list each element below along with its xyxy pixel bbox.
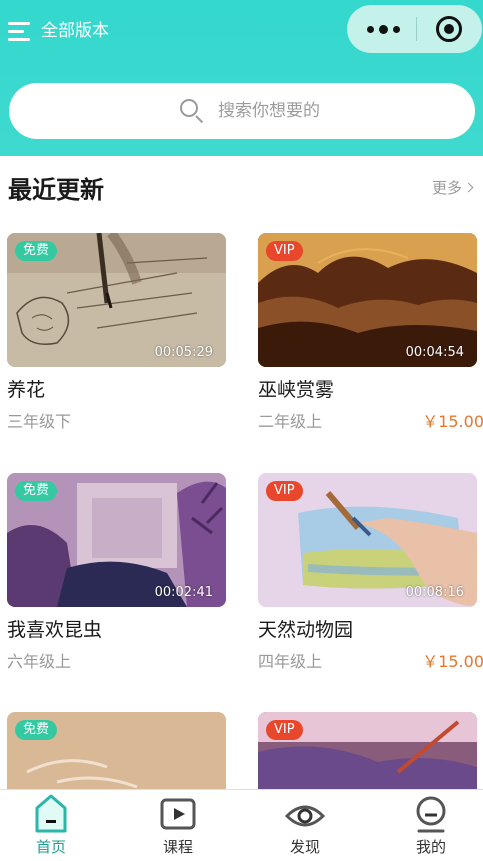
course-title[interactable]: 天然动物园	[258, 616, 353, 644]
vip-badge: VIP	[266, 241, 303, 261]
course-grade: 二年级上	[258, 412, 323, 431]
course-grade: 三年级下	[7, 412, 72, 431]
eye-icon	[284, 805, 326, 827]
course-price: ￥15.00	[422, 652, 483, 671]
free-badge: 免费	[15, 481, 58, 501]
mini-program-capsule	[347, 5, 482, 53]
search-icon	[180, 99, 204, 124]
free-badge: 免费	[15, 720, 58, 740]
search-placeholder[interactable]: 搜索你想要的	[218, 98, 320, 124]
more-options-icon[interactable]	[365, 5, 411, 53]
tab-profile[interactable]: 我的	[386, 790, 476, 861]
menu-icon[interactable]	[8, 20, 32, 44]
video-duration: 00:04:54	[405, 345, 464, 360]
video-duration: 00:08:16	[405, 585, 464, 600]
course-price: ￥15.00	[422, 412, 483, 431]
tab-bar: 首页 课程 发现 我的	[0, 789, 483, 861]
course-title[interactable]: 巫峡赏雾	[258, 376, 334, 404]
vip-badge: VIP	[266, 481, 303, 501]
tab-courses-label[interactable]: 课程	[133, 837, 223, 857]
course-grade: 六年级上	[7, 652, 72, 671]
course-title[interactable]: 我喜欢昆虫	[7, 616, 102, 644]
play-icon	[160, 798, 196, 830]
course-thumbnail[interactable]: 免费 00:05:29	[7, 233, 226, 367]
close-target-icon[interactable]	[436, 16, 462, 42]
search-bar[interactable]: 搜索你想要的	[9, 83, 475, 139]
tab-courses[interactable]: 课程	[133, 790, 223, 861]
header: 全部版本 搜索你想要的	[0, 0, 483, 156]
tab-profile-label[interactable]: 我的	[386, 837, 476, 857]
free-badge: 免费	[15, 241, 58, 261]
version-selector[interactable]: 全部版本	[41, 19, 109, 43]
course-thumbnail[interactable]: 免费 00:02:41	[7, 473, 226, 607]
more-link[interactable]: 更多	[432, 177, 474, 199]
vip-badge: VIP	[266, 720, 303, 740]
video-duration: 00:02:41	[154, 585, 213, 600]
course-thumbnail[interactable]: VIP 00:04:54	[258, 233, 477, 367]
profile-icon	[416, 796, 446, 833]
more-link-label[interactable]: 更多	[432, 179, 462, 197]
course-grade: 四年级上	[258, 652, 323, 671]
course-title[interactable]: 养花	[7, 376, 45, 404]
tab-discover[interactable]: 发现	[260, 790, 350, 861]
home-icon	[35, 794, 67, 833]
tab-home[interactable]: 首页	[6, 790, 96, 861]
tab-home-label[interactable]: 首页	[6, 837, 96, 857]
course-thumbnail[interactable]: VIP 00:08:16	[258, 473, 477, 607]
chevron-right-icon	[463, 182, 474, 193]
video-duration: 00:05:29	[154, 345, 213, 360]
capsule-divider	[416, 17, 417, 41]
section-title: 最近更新	[8, 176, 104, 204]
tab-discover-label[interactable]: 发现	[260, 837, 350, 857]
